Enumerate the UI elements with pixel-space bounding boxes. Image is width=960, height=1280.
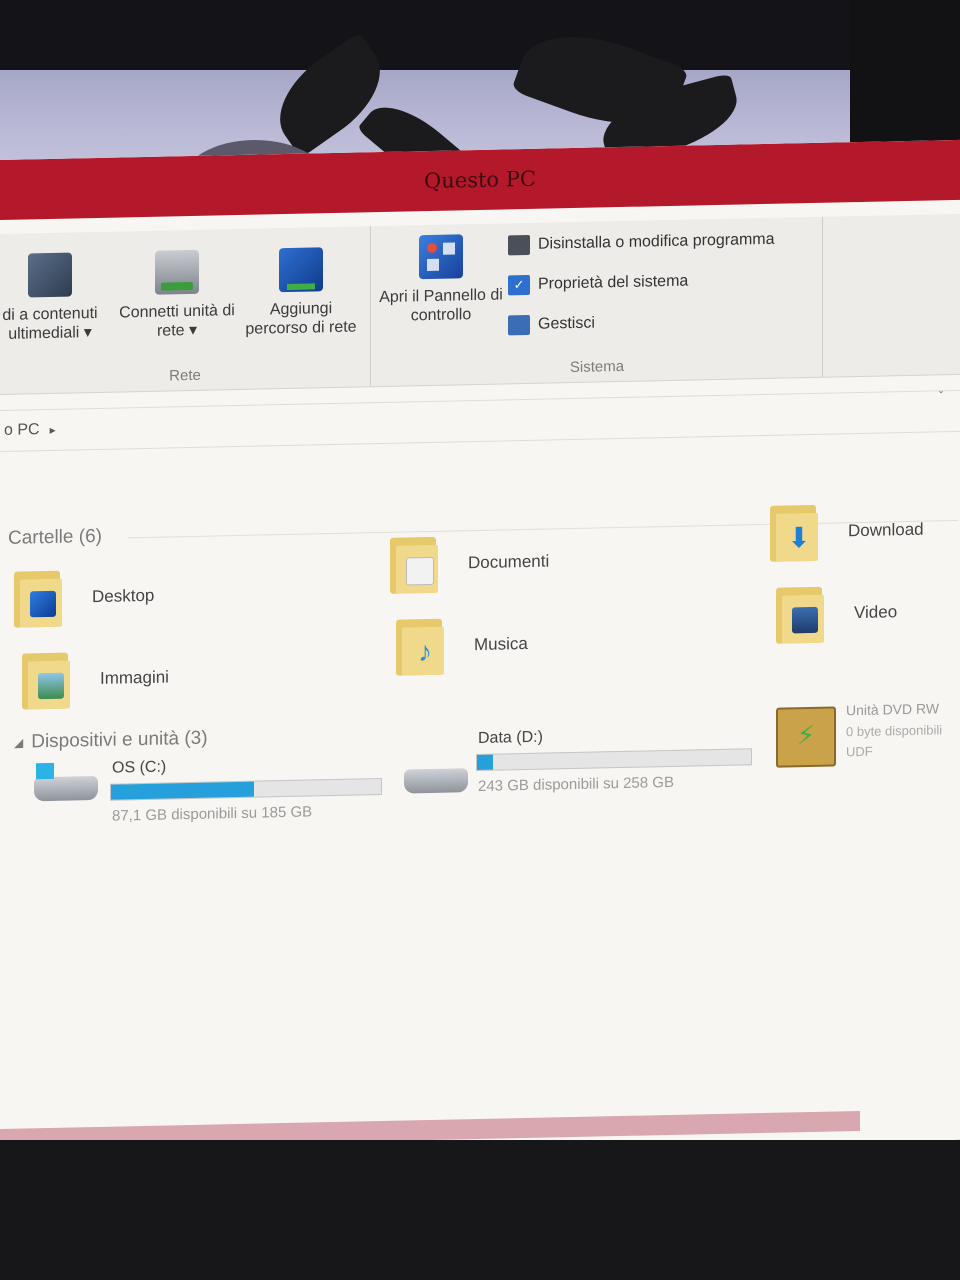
- folder-label: Download: [848, 519, 924, 541]
- system-properties-label: Proprietà del sistema: [538, 272, 689, 293]
- uninstall-icon: [508, 234, 530, 256]
- collapse-triangle-icon[interactable]: ◢: [14, 736, 23, 750]
- drive-usage-fill: [477, 754, 494, 771]
- music-folder-icon: ♪: [396, 615, 450, 678]
- network-location-icon: [279, 247, 323, 293]
- ribbon-group-rete: di a contenuti ultimediali ▾ Connetti un…: [0, 226, 371, 394]
- monitor-base: [0, 1140, 960, 1280]
- address-bar[interactable]: o PC ▸: [0, 389, 960, 452]
- ribbon: di a contenuti ultimediali ▾ Connetti un…: [0, 213, 960, 395]
- add-network-location-button[interactable]: Aggiungi percorso di rete: [238, 246, 364, 339]
- devices-header-label: Dispositivi e unità (3): [31, 727, 208, 753]
- manage-label: Gestisci: [538, 314, 595, 333]
- media-server-icon: [28, 252, 72, 298]
- drive-dvd[interactable]: ⚡ Unità DVD RW 0 byte disponibili UDF: [776, 700, 956, 784]
- drive-c[interactable]: OS (C:) 87,1 GB disponibili su 185 GB: [34, 756, 394, 834]
- folder-videos[interactable]: Video: [776, 581, 897, 646]
- group-label-sistema: Sistema: [569, 357, 625, 377]
- media-access-label: di a contenuti ultimediali: [2, 304, 98, 343]
- address-separator-icon[interactable]: ▸: [50, 423, 56, 437]
- drive-name: Data (D:): [478, 728, 543, 747]
- windows-drive-icon: [34, 762, 100, 803]
- system-properties-command[interactable]: ✓ Proprietà del sistema: [508, 272, 688, 296]
- window-title: Questo PC: [424, 166, 536, 194]
- drive-d[interactable]: Data (D:) 243 GB disponibili su 258 GB: [404, 728, 764, 808]
- documents-folder-icon: [390, 533, 444, 596]
- add-network-location-label: Aggiungi percorso di rete: [245, 300, 357, 338]
- downloads-folder-icon: ⬇: [770, 501, 824, 564]
- folder-label: Immagini: [100, 667, 169, 688]
- drive-usage-bar: [110, 777, 382, 801]
- monitor-bezel: [850, 0, 960, 160]
- control-panel-icon: [419, 234, 463, 280]
- uninstall-program-label: Disinstalla o modifica programma: [538, 230, 775, 253]
- wallpaper-shadow: [0, 0, 850, 70]
- folder-label: Desktop: [92, 585, 155, 607]
- open-control-panel-button[interactable]: Apri il Pannello di controllo: [378, 233, 504, 326]
- map-network-drive-label: Connetti unità di rete: [119, 302, 235, 340]
- address-path[interactable]: o PC: [4, 421, 40, 440]
- manage-command[interactable]: Gestisci: [508, 314, 595, 336]
- folder-pictures[interactable]: Immagini: [22, 646, 169, 711]
- map-network-drive-button[interactable]: Connetti unità di rete ▾: [118, 249, 236, 341]
- file-explorer-window: Questo PC di a contenuti ultimediali ▾ C…: [0, 139, 960, 1160]
- folder-music[interactable]: ♪ Musica: [396, 613, 528, 678]
- folders-header-label: Cartelle (6): [8, 525, 102, 549]
- manage-icon: [508, 314, 530, 336]
- open-control-panel-label: Apri il Pannello di controllo: [379, 286, 503, 325]
- folder-downloads[interactable]: ⬇ Download: [770, 499, 924, 564]
- system-properties-icon: ✓: [508, 274, 530, 296]
- ribbon-group-sistema: Apri il Pannello di controllo Disinstall…: [372, 216, 823, 387]
- drive-free-space: 87,1 GB disponibili su 185 GB: [112, 803, 313, 825]
- uninstall-program-command[interactable]: Disinstalla o modifica programma: [508, 230, 775, 256]
- network-drive-icon: [155, 249, 199, 295]
- media-access-button[interactable]: di a contenuti ultimediali ▾: [0, 252, 110, 345]
- drive-free-space: 243 GB disponibili su 258 GB: [478, 773, 674, 795]
- drive-name: Unità DVD RW: [846, 700, 940, 719]
- folder-desktop[interactable]: Desktop: [14, 565, 154, 630]
- folder-label: Video: [854, 602, 898, 623]
- hard-drive-icon: [404, 754, 470, 795]
- drive-free-space: 0 byte disponibili: [846, 722, 943, 740]
- folder-documents[interactable]: Documenti: [390, 530, 549, 595]
- drive-usage-bar: [476, 748, 752, 772]
- dvd-drive-icon: ⚡: [776, 706, 836, 768]
- folder-label: Musica: [474, 633, 528, 655]
- folder-label: Documenti: [468, 551, 550, 573]
- desktop-folder-icon: [14, 567, 68, 630]
- drive-name: OS (C:): [112, 758, 167, 777]
- group-label-rete: Rete: [169, 366, 201, 385]
- drive-usage-fill: [111, 781, 255, 800]
- drive-filesystem: UDF: [846, 743, 873, 760]
- pictures-folder-icon: [22, 648, 76, 711]
- videos-folder-icon: [776, 583, 830, 646]
